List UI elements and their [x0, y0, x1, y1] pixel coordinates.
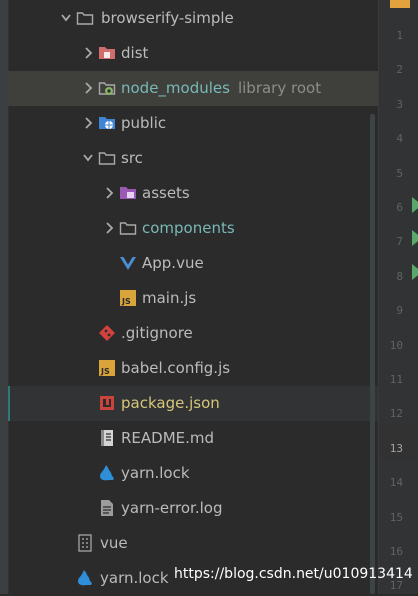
svg-text:JS: JS	[100, 367, 110, 376]
editor-tab-marker[interactable]	[390, 0, 410, 8]
line-number: 7	[396, 235, 403, 249]
run-gutter-icon[interactable]	[412, 197, 418, 213]
line-number: 8	[396, 269, 403, 283]
line-number: 15	[389, 510, 403, 524]
tree-row-vue[interactable]: vue	[8, 526, 378, 561]
tree-item-label: src	[121, 149, 143, 167]
tree-item-label: README.md	[121, 429, 215, 447]
tree-row-project[interactable]: browserify-simple	[8, 1, 378, 36]
line-number: 2	[396, 63, 403, 77]
tree-row-components[interactable]: components	[8, 211, 378, 246]
tree-row-main-js[interactable]: JS main.js	[8, 281, 378, 316]
tree-row-package-json[interactable]: package.json	[8, 386, 378, 421]
folder-icon	[76, 12, 94, 25]
tree-item-label: yarn.lock	[100, 569, 169, 587]
chevron-right-icon[interactable]	[104, 220, 114, 236]
resources-folder-icon	[120, 187, 136, 199]
tree-row-node-modules[interactable]: node_modules library root	[8, 71, 378, 106]
line-number: 13	[389, 441, 403, 455]
tree-item-label: vue	[100, 534, 128, 552]
tree-row-gitignore[interactable]: .gitignore	[8, 316, 378, 351]
vertical-scrollbar[interactable]	[370, 114, 375, 594]
tree-item-label: yarn.lock	[121, 464, 190, 482]
javascript-file-icon: JS	[99, 360, 115, 376]
excluded-folder-icon	[99, 47, 115, 59]
javascript-file-icon: JS	[120, 290, 136, 306]
tree-row-public[interactable]: public	[8, 106, 378, 141]
line-number: 9	[396, 304, 403, 318]
yarn-icon	[100, 465, 114, 481]
line-number: 11	[389, 373, 403, 386]
markdown-file-icon	[101, 430, 113, 446]
folder-icon	[119, 222, 137, 235]
tree-row-babel-config[interactable]: JS babel.config.js	[8, 351, 378, 386]
chevron-right-icon[interactable]	[83, 45, 93, 61]
tree-row-app-vue[interactable]: App.vue	[8, 246, 378, 281]
chevron-down-icon[interactable]	[83, 150, 93, 166]
run-gutter-icon[interactable]	[412, 264, 418, 280]
tree-item-label: .gitignore	[121, 324, 193, 342]
folder-icon	[98, 152, 116, 165]
tree-row-dist[interactable]: dist	[8, 36, 378, 71]
git-icon	[99, 325, 115, 341]
library-folder-icon	[98, 82, 116, 95]
tree-item-label: assets	[142, 184, 190, 202]
tree-item-label: App.vue	[142, 254, 204, 272]
tree-row-yarn-lock[interactable]: yarn.lock	[8, 456, 378, 491]
tree-row-assets[interactable]: assets	[8, 176, 378, 211]
watermark: https://blog.csdn.net/u010913414	[174, 566, 413, 582]
binary-file-icon	[78, 534, 92, 552]
line-number: 3	[396, 97, 403, 111]
chevron-down-icon[interactable]	[61, 10, 71, 26]
tree-item-label: dist	[121, 44, 149, 62]
line-number: 1	[396, 29, 403, 42]
svg-text:JS: JS	[121, 297, 131, 306]
line-number: 5	[396, 166, 403, 180]
vue-file-icon	[120, 257, 136, 270]
tree-row-readme[interactable]: README.md	[8, 421, 378, 456]
tree-item-label: yarn-error.log	[121, 499, 223, 517]
line-number: 12	[389, 407, 403, 421]
tree-item-label: public	[121, 114, 167, 132]
web-folder-icon	[99, 117, 115, 129]
tree-item-label: browserify-simple	[101, 9, 234, 27]
tree-item-label: babel.config.js	[121, 359, 231, 377]
run-gutter-icon[interactable]	[412, 230, 418, 246]
npm-icon	[100, 396, 114, 410]
line-number: 10	[389, 338, 403, 352]
tree-item-label: node_modules library root	[121, 79, 322, 97]
tree-item-label: main.js	[142, 289, 197, 307]
line-number: 6	[396, 201, 403, 214]
editor-gutter: 1 2 3 4 5 6 7 8 9 10 11 12 13 14 15 16 17	[378, 0, 418, 594]
line-number: 4	[396, 132, 403, 146]
library-root-hint: library root	[237, 79, 322, 97]
chevron-right-icon[interactable]	[104, 185, 114, 201]
tree-row-src[interactable]: src	[8, 141, 378, 176]
yarn-icon	[78, 570, 92, 586]
chevron-right-icon[interactable]	[83, 115, 93, 131]
tree-row-yarn-error-log[interactable]: yarn-error.log	[8, 491, 378, 526]
text-file-icon	[101, 500, 113, 516]
line-number: 16	[389, 545, 403, 558]
project-tree: browserify-simple dist node_modules libra…	[0, 0, 378, 594]
chevron-right-icon[interactable]	[83, 80, 93, 96]
line-number: 14	[389, 476, 403, 490]
tree-item-label: components	[142, 219, 235, 237]
tree-item-label: package.json	[121, 394, 220, 412]
